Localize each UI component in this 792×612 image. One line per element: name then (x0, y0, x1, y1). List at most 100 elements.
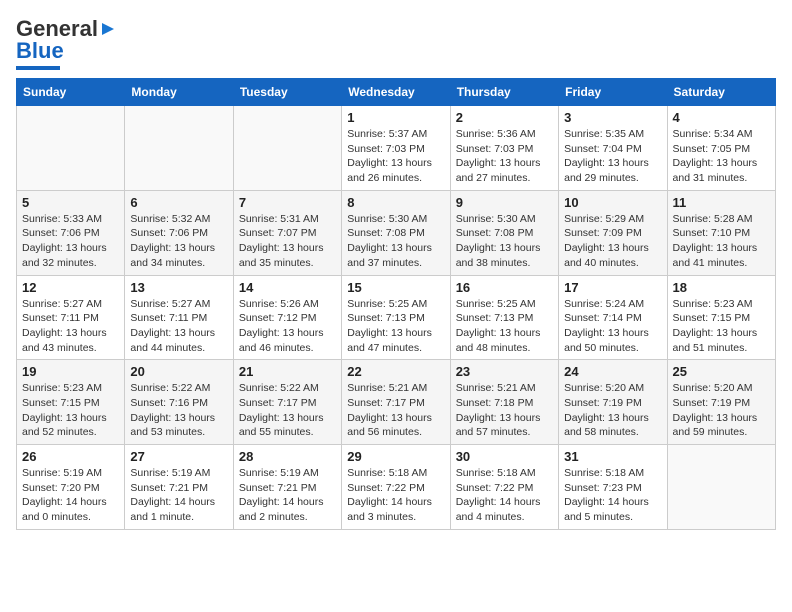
calendar-week-row: 5 Sunrise: 5:33 AMSunset: 7:06 PMDaylight… (17, 190, 776, 275)
calendar-header-tuesday: Tuesday (233, 79, 341, 106)
calendar-cell: 28 Sunrise: 5:19 AMSunset: 7:21 PMDayligh… (233, 445, 341, 530)
day-info: Sunrise: 5:28 AMSunset: 7:10 PMDaylight:… (673, 212, 770, 271)
day-info: Sunrise: 5:34 AMSunset: 7:05 PMDaylight:… (673, 127, 770, 186)
day-number: 30 (456, 449, 553, 464)
calendar-cell: 27 Sunrise: 5:19 AMSunset: 7:21 PMDayligh… (125, 445, 233, 530)
day-info: Sunrise: 5:18 AMSunset: 7:22 PMDaylight:… (347, 466, 444, 525)
calendar-cell: 23Sunrise: 5:21 AMSunset: 7:18 PMDayligh… (450, 360, 558, 445)
day-number: 8 (347, 195, 444, 210)
calendar-cell: 22 Sunrise: 5:21 AMSunset: 7:17 PMDayligh… (342, 360, 450, 445)
calendar-cell: 17Sunrise: 5:24 AMSunset: 7:14 PMDayligh… (559, 275, 667, 360)
day-info: Sunrise: 5:24 AMSunset: 7:14 PMDaylight:… (564, 297, 661, 356)
calendar-cell: 8 Sunrise: 5:30 AMSunset: 7:08 PMDaylight… (342, 190, 450, 275)
day-number: 9 (456, 195, 553, 210)
calendar-cell: 19Sunrise: 5:23 AMSunset: 7:15 PMDayligh… (17, 360, 125, 445)
calendar-week-row: 26 Sunrise: 5:19 AMSunset: 7:20 PMDayligh… (17, 445, 776, 530)
calendar-cell: 13 Sunrise: 5:27 AMSunset: 7:11 PMDayligh… (125, 275, 233, 360)
day-number: 26 (22, 449, 119, 464)
day-number: 6 (130, 195, 227, 210)
calendar-cell: 21 Sunrise: 5:22 AMSunset: 7:17 PMDayligh… (233, 360, 341, 445)
day-number: 29 (347, 449, 444, 464)
calendar-cell: 30 Sunrise: 5:18 AMSunset: 7:22 PMDayligh… (450, 445, 558, 530)
logo: General Blue (16, 16, 118, 70)
logo-underline (16, 66, 60, 70)
day-info: Sunrise: 5:27 AMSunset: 7:11 PMDaylight:… (130, 297, 227, 356)
calendar-week-row: 19Sunrise: 5:23 AMSunset: 7:15 PMDayligh… (17, 360, 776, 445)
day-info: Sunrise: 5:19 AMSunset: 7:21 PMDaylight:… (239, 466, 336, 525)
day-number: 5 (22, 195, 119, 210)
day-number: 24 (564, 364, 661, 379)
day-number: 13 (130, 280, 227, 295)
day-info: Sunrise: 5:18 AMSunset: 7:23 PMDaylight:… (564, 466, 661, 525)
day-number: 22 (347, 364, 444, 379)
day-info: Sunrise: 5:30 AMSunset: 7:08 PMDaylight:… (347, 212, 444, 271)
day-number: 10 (564, 195, 661, 210)
calendar-cell (667, 445, 775, 530)
calendar-cell (17, 106, 125, 191)
calendar-header-friday: Friday (559, 79, 667, 106)
day-info: Sunrise: 5:23 AMSunset: 7:15 PMDaylight:… (673, 297, 770, 356)
calendar-header-monday: Monday (125, 79, 233, 106)
day-info: Sunrise: 5:27 AMSunset: 7:11 PMDaylight:… (22, 297, 119, 356)
day-info: Sunrise: 5:33 AMSunset: 7:06 PMDaylight:… (22, 212, 119, 271)
day-info: Sunrise: 5:21 AMSunset: 7:17 PMDaylight:… (347, 381, 444, 440)
day-info: Sunrise: 5:35 AMSunset: 7:04 PMDaylight:… (564, 127, 661, 186)
day-number: 15 (347, 280, 444, 295)
day-number: 25 (673, 364, 770, 379)
calendar-cell: 9 Sunrise: 5:30 AMSunset: 7:08 PMDaylight… (450, 190, 558, 275)
day-info: Sunrise: 5:31 AMSunset: 7:07 PMDaylight:… (239, 212, 336, 271)
calendar-header-row: SundayMondayTuesdayWednesdayThursdayFrid… (17, 79, 776, 106)
day-number: 4 (673, 110, 770, 125)
calendar-cell: 1 Sunrise: 5:37 AMSunset: 7:03 PMDaylight… (342, 106, 450, 191)
day-number: 3 (564, 110, 661, 125)
calendar-table: SundayMondayTuesdayWednesdayThursdayFrid… (16, 78, 776, 530)
calendar-cell: 24Sunrise: 5:20 AMSunset: 7:19 PMDayligh… (559, 360, 667, 445)
day-number: 19 (22, 364, 119, 379)
day-info: Sunrise: 5:18 AMSunset: 7:22 PMDaylight:… (456, 466, 553, 525)
day-info: Sunrise: 5:30 AMSunset: 7:08 PMDaylight:… (456, 212, 553, 271)
day-number: 27 (130, 449, 227, 464)
day-info: Sunrise: 5:26 AMSunset: 7:12 PMDaylight:… (239, 297, 336, 356)
calendar-header-wednesday: Wednesday (342, 79, 450, 106)
calendar-cell: 4 Sunrise: 5:34 AMSunset: 7:05 PMDaylight… (667, 106, 775, 191)
day-info: Sunrise: 5:21 AMSunset: 7:18 PMDaylight:… (456, 381, 553, 440)
day-info: Sunrise: 5:32 AMSunset: 7:06 PMDaylight:… (130, 212, 227, 271)
calendar-cell (125, 106, 233, 191)
calendar-week-row: 1 Sunrise: 5:37 AMSunset: 7:03 PMDaylight… (17, 106, 776, 191)
day-number: 21 (239, 364, 336, 379)
calendar-cell: 29 Sunrise: 5:18 AMSunset: 7:22 PMDayligh… (342, 445, 450, 530)
calendar-cell: 5 Sunrise: 5:33 AMSunset: 7:06 PMDaylight… (17, 190, 125, 275)
calendar-cell: 3 Sunrise: 5:35 AMSunset: 7:04 PMDaylight… (559, 106, 667, 191)
calendar-cell: 7Sunrise: 5:31 AMSunset: 7:07 PMDaylight… (233, 190, 341, 275)
day-info: Sunrise: 5:19 AMSunset: 7:20 PMDaylight:… (22, 466, 119, 525)
day-number: 28 (239, 449, 336, 464)
calendar-cell: 25 Sunrise: 5:20 AMSunset: 7:19 PMDayligh… (667, 360, 775, 445)
day-info: Sunrise: 5:25 AMSunset: 7:13 PMDaylight:… (456, 297, 553, 356)
calendar-cell: 16Sunrise: 5:25 AMSunset: 7:13 PMDayligh… (450, 275, 558, 360)
day-info: Sunrise: 5:29 AMSunset: 7:09 PMDaylight:… (564, 212, 661, 271)
day-info: Sunrise: 5:22 AMSunset: 7:16 PMDaylight:… (130, 381, 227, 440)
calendar-header-thursday: Thursday (450, 79, 558, 106)
day-info: Sunrise: 5:25 AMSunset: 7:13 PMDaylight:… (347, 297, 444, 356)
day-info: Sunrise: 5:19 AMSunset: 7:21 PMDaylight:… (130, 466, 227, 525)
calendar-cell: 26 Sunrise: 5:19 AMSunset: 7:20 PMDayligh… (17, 445, 125, 530)
calendar-cell: 10 Sunrise: 5:29 AMSunset: 7:09 PMDayligh… (559, 190, 667, 275)
calendar-cell: 14 Sunrise: 5:26 AMSunset: 7:12 PMDayligh… (233, 275, 341, 360)
day-number: 14 (239, 280, 336, 295)
calendar-cell: 6 Sunrise: 5:32 AMSunset: 7:06 PMDaylight… (125, 190, 233, 275)
day-info: Sunrise: 5:37 AMSunset: 7:03 PMDaylight:… (347, 127, 444, 186)
day-number: 1 (347, 110, 444, 125)
calendar-cell: 11Sunrise: 5:28 AMSunset: 7:10 PMDayligh… (667, 190, 775, 275)
calendar-cell: 31Sunrise: 5:18 AMSunset: 7:23 PMDayligh… (559, 445, 667, 530)
day-number: 12 (22, 280, 119, 295)
calendar-cell: 20 Sunrise: 5:22 AMSunset: 7:16 PMDayligh… (125, 360, 233, 445)
page-header: General Blue (16, 16, 776, 70)
logo-blue: Blue (16, 38, 64, 63)
calendar-header-saturday: Saturday (667, 79, 775, 106)
day-number: 20 (130, 364, 227, 379)
day-info: Sunrise: 5:22 AMSunset: 7:17 PMDaylight:… (239, 381, 336, 440)
day-info: Sunrise: 5:20 AMSunset: 7:19 PMDaylight:… (673, 381, 770, 440)
day-number: 2 (456, 110, 553, 125)
calendar-cell: 12 Sunrise: 5:27 AMSunset: 7:11 PMDayligh… (17, 275, 125, 360)
calendar-cell (233, 106, 341, 191)
